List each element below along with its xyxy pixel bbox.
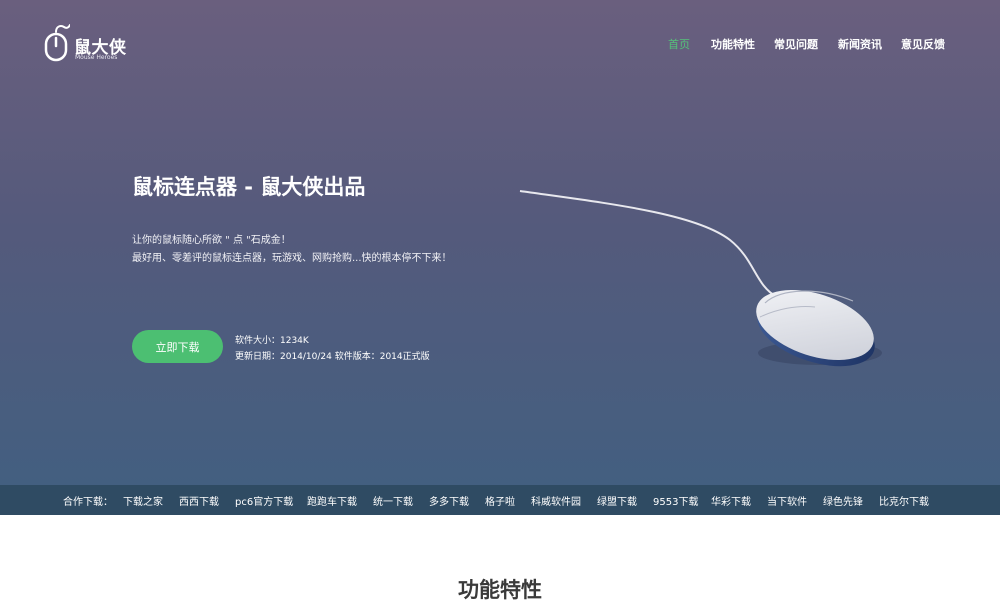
partner-link[interactable]: 格子啦 — [485, 493, 515, 508]
partner-link[interactable]: 比克尔下载 — [879, 493, 929, 508]
features-section-title: 功能特性 — [458, 578, 542, 602]
partner-link[interactable]: 华彩下载 — [711, 493, 751, 508]
nav-item-news[interactable]: 新闻资讯 — [838, 36, 882, 52]
partner-link[interactable]: 下载之家 — [123, 493, 163, 508]
partner-link[interactable]: pc6官方下载 — [235, 493, 293, 508]
update-info: 更新日期：2014/10/24 软件版本：2014正式版 — [235, 352, 430, 362]
mouse-logo-icon — [44, 24, 70, 62]
computer-mouse-icon — [519, 190, 882, 367]
partner-link[interactable]: 绿盟下载 — [597, 493, 637, 508]
nav-item-faq[interactable]: 常见问题 — [774, 36, 818, 52]
nav-item-home[interactable]: 首页 — [668, 36, 690, 52]
partner-link[interactable]: 绿色先锋 — [823, 493, 863, 508]
partner-label: 合作下载： — [63, 497, 113, 508]
download-button[interactable]: 立即下载 — [132, 330, 223, 363]
hero-headline: 鼠标连点器 - 鼠大侠出品 — [132, 175, 366, 199]
nav-item-features[interactable]: 功能特性 — [711, 36, 755, 52]
partner-link[interactable]: 9553下载 — [653, 493, 698, 508]
hero-desc-line-1: 让你的鼠标随心所欲 " 点 "石成金！ — [132, 235, 291, 246]
partner-link[interactable]: 多多下载 — [429, 493, 469, 508]
nav-item-feedback[interactable]: 意见反馈 — [901, 36, 945, 52]
hero-desc-line-2: 最好用、零差评的鼠标连点器，玩游戏、网购抢购...快的根本停不下来！ — [132, 253, 452, 264]
partner-link[interactable]: 科威软件园 — [531, 493, 581, 508]
software-size: 软件大小：1234K — [235, 336, 309, 346]
partner-link[interactable]: 跑跑车下载 — [307, 493, 357, 508]
partner-download-bar: 合作下载： 下载之家 西西下载 pc6官方下载 跑跑车下载 统一下载 多多下载 … — [0, 485, 1000, 515]
partner-link[interactable]: 当下软件 — [767, 493, 807, 508]
brand-subtitle: Mouse Heroes — [75, 54, 118, 61]
partner-link[interactable]: 西西下载 — [179, 493, 219, 508]
partner-link[interactable]: 统一下载 — [373, 493, 413, 508]
hero-section: 鼠大侠 Mouse Heroes 首页 功能特性 常见问题 新闻资讯 意见反馈 … — [0, 0, 1000, 485]
